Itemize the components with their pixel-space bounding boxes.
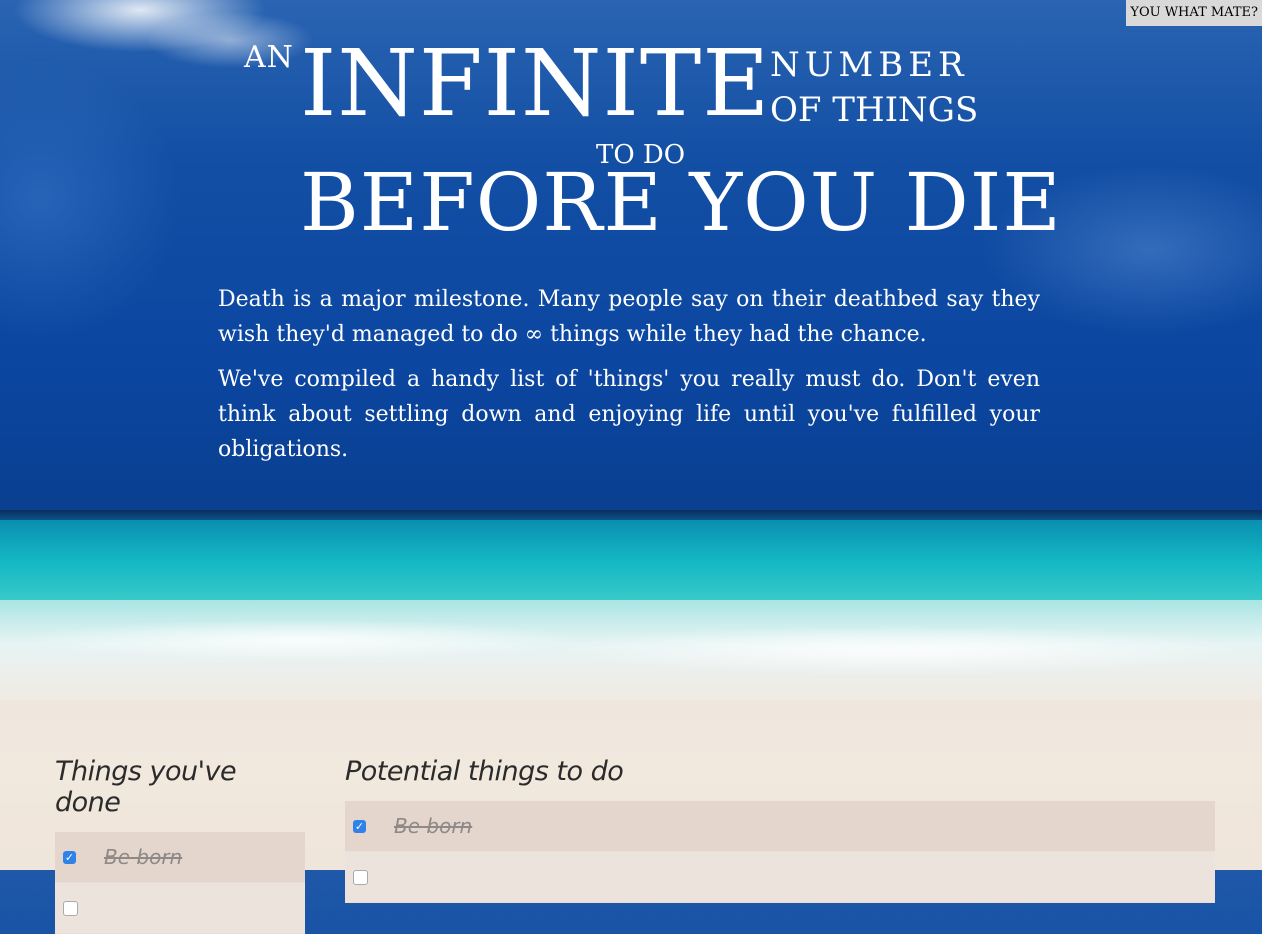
list-item-label: Be born xyxy=(394,814,473,838)
checkbox-checked[interactable]: ✓ xyxy=(63,850,76,864)
title-an: AN xyxy=(244,40,294,75)
list-item-label: Be born xyxy=(104,845,183,869)
list-item[interactable]: ✓ Be born xyxy=(345,801,1215,852)
done-column: Things you've done ✓ Be born xyxy=(55,756,305,934)
surf-background xyxy=(0,600,1262,710)
potential-list: ✓ Be born xyxy=(345,801,1215,903)
intro-paragraph-1: Death is a major milestone. Many people … xyxy=(218,287,1040,347)
list-item[interactable] xyxy=(345,852,1215,903)
intro-paragraph-2: We've compiled a handy list of 'things' … xyxy=(218,367,1040,462)
title-number: NUMBER xyxy=(770,45,969,85)
intro-text: Death is a major milestone. Many people … xyxy=(218,282,1040,477)
title-infinite: INFINITE xyxy=(300,30,771,137)
potential-column: Potential things to do ✓ Be born xyxy=(345,756,1215,903)
title-of-things: OF THINGS xyxy=(770,90,979,130)
potential-heading: Potential things to do xyxy=(345,756,624,787)
list-item[interactable]: ✓ Be born xyxy=(55,832,305,883)
checkbox-checked[interactable]: ✓ xyxy=(353,819,366,833)
done-heading: Things you've done xyxy=(55,756,237,818)
list-item[interactable] xyxy=(55,883,305,934)
done-list: ✓ Be born xyxy=(55,832,305,934)
checkbox[interactable] xyxy=(63,900,78,916)
checkbox[interactable] xyxy=(353,869,368,885)
title-before-you-die: BEFORE YOU DIE xyxy=(300,156,1062,249)
page-title: AN INFINITE NUMBER OF THINGS TO DO BEFOR… xyxy=(0,0,1262,250)
